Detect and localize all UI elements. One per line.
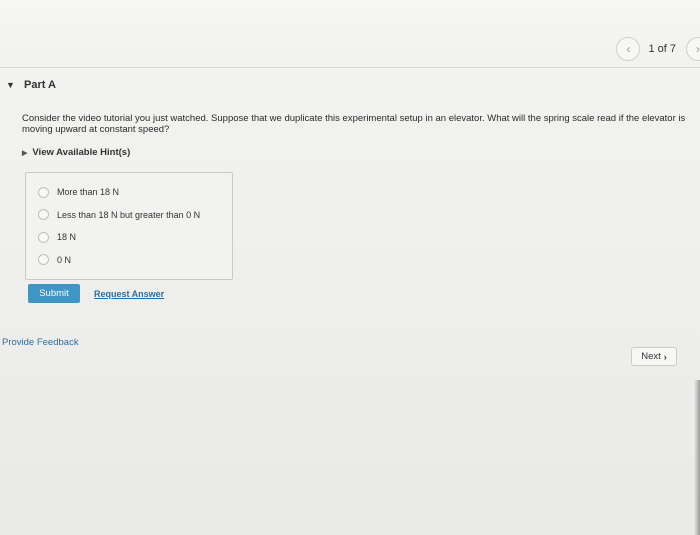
next-label: Next (641, 351, 661, 362)
radio-button[interactable] (38, 186, 49, 198)
chevron-right-icon: › (663, 351, 667, 362)
choice-label: Less than 18 N but greater than 0 N (57, 209, 201, 220)
page-count: 1 of 7 (648, 43, 676, 55)
choice-label: 0 N (57, 254, 72, 265)
choice-option[interactable]: Less than 18 N but greater than 0 N (26, 204, 232, 227)
chevron-left-icon: ‹ (626, 42, 631, 56)
choice-label: 18 N (57, 232, 77, 243)
view-hints-label: View Available Hint(s) (32, 147, 131, 158)
provide-feedback-link[interactable]: Provide Feedback (2, 337, 79, 348)
chevron-right-icon: › (696, 42, 700, 56)
top-bar: ‹ 1 of 7 › (0, 0, 700, 68)
choice-option[interactable]: More than 18 N (26, 181, 232, 204)
part-header[interactable]: ▼ Part A (6, 79, 56, 91)
pager: ‹ 1 of 7 › (616, 36, 700, 62)
radio-button[interactable] (38, 254, 49, 266)
choice-option[interactable]: 18 N (26, 226, 232, 249)
part-title: Part A (24, 79, 56, 91)
caret-down-icon: ▼ (6, 80, 15, 90)
view-hints-link[interactable]: ▶ View Available Hint(s) (22, 147, 130, 158)
caret-right-icon: ▶ (22, 149, 28, 157)
request-answer-link[interactable]: Request Answer (94, 289, 164, 299)
prev-page-button[interactable]: ‹ (616, 37, 641, 61)
question-text: Consider the video tutorial you just wat… (22, 113, 686, 135)
choice-option[interactable]: 0 N (26, 249, 232, 272)
radio-button[interactable] (38, 231, 49, 243)
submit-button[interactable]: Submit (28, 284, 80, 303)
next-button[interactable]: Next › (631, 347, 677, 366)
answer-choices: More than 18 N Less than 18 N but greate… (25, 172, 233, 280)
screen-edge-shadow (694, 380, 700, 535)
radio-button[interactable] (38, 209, 49, 221)
choice-label: More than 18 N (57, 187, 120, 198)
next-page-button[interactable]: › (686, 37, 700, 61)
